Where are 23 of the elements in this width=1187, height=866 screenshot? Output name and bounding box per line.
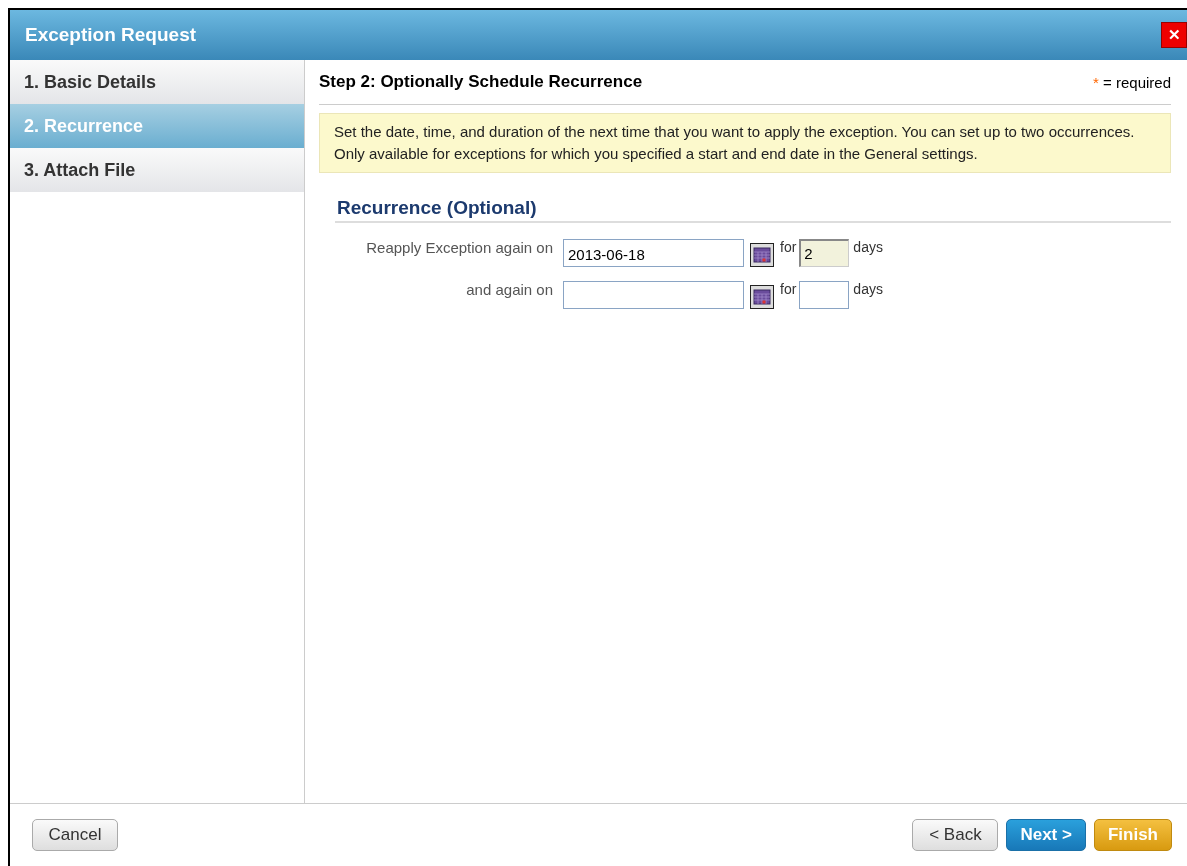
back-button[interactable]: < Back — [912, 819, 999, 851]
next-button[interactable]: Next > — [1006, 819, 1086, 851]
close-button[interactable]: ✕ — [1161, 22, 1187, 48]
date-field[interactable]: 2013-06-18 — [563, 239, 744, 267]
days-field[interactable]: 2 — [799, 239, 850, 267]
days-label: days — [853, 239, 883, 255]
step-tab[interactable]: 1. Basic Details — [10, 60, 304, 104]
for-label: for — [780, 281, 797, 297]
calendar-icon[interactable] — [750, 285, 774, 309]
for-label: for — [780, 239, 797, 255]
date-field[interactable] — [563, 281, 744, 309]
days-label: days — [853, 281, 883, 297]
info-message: Set the date, time, and duration of the next time that you want to apply the exception. You can set up to two occurrences. Only available for exceptions for which you specified a start and end date in the General settings. — [319, 113, 1171, 173]
window-title: Exception Request — [25, 24, 198, 46]
calendar-icon[interactable] — [750, 243, 774, 267]
step-tab[interactable]: 3. Attach File — [10, 148, 304, 192]
required-note: * = required — [1093, 73, 1171, 91]
days-field[interactable] — [799, 281, 850, 309]
step-title: Step 2: Optionally Schedule Recurrence — [319, 72, 644, 92]
cancel-button[interactable]: Cancel — [32, 819, 118, 851]
field-label: and again on — [465, 281, 554, 298]
section-title: Recurrence (Optional) — [335, 195, 1171, 223]
field-label: Reapply Exception again on — [365, 239, 554, 256]
